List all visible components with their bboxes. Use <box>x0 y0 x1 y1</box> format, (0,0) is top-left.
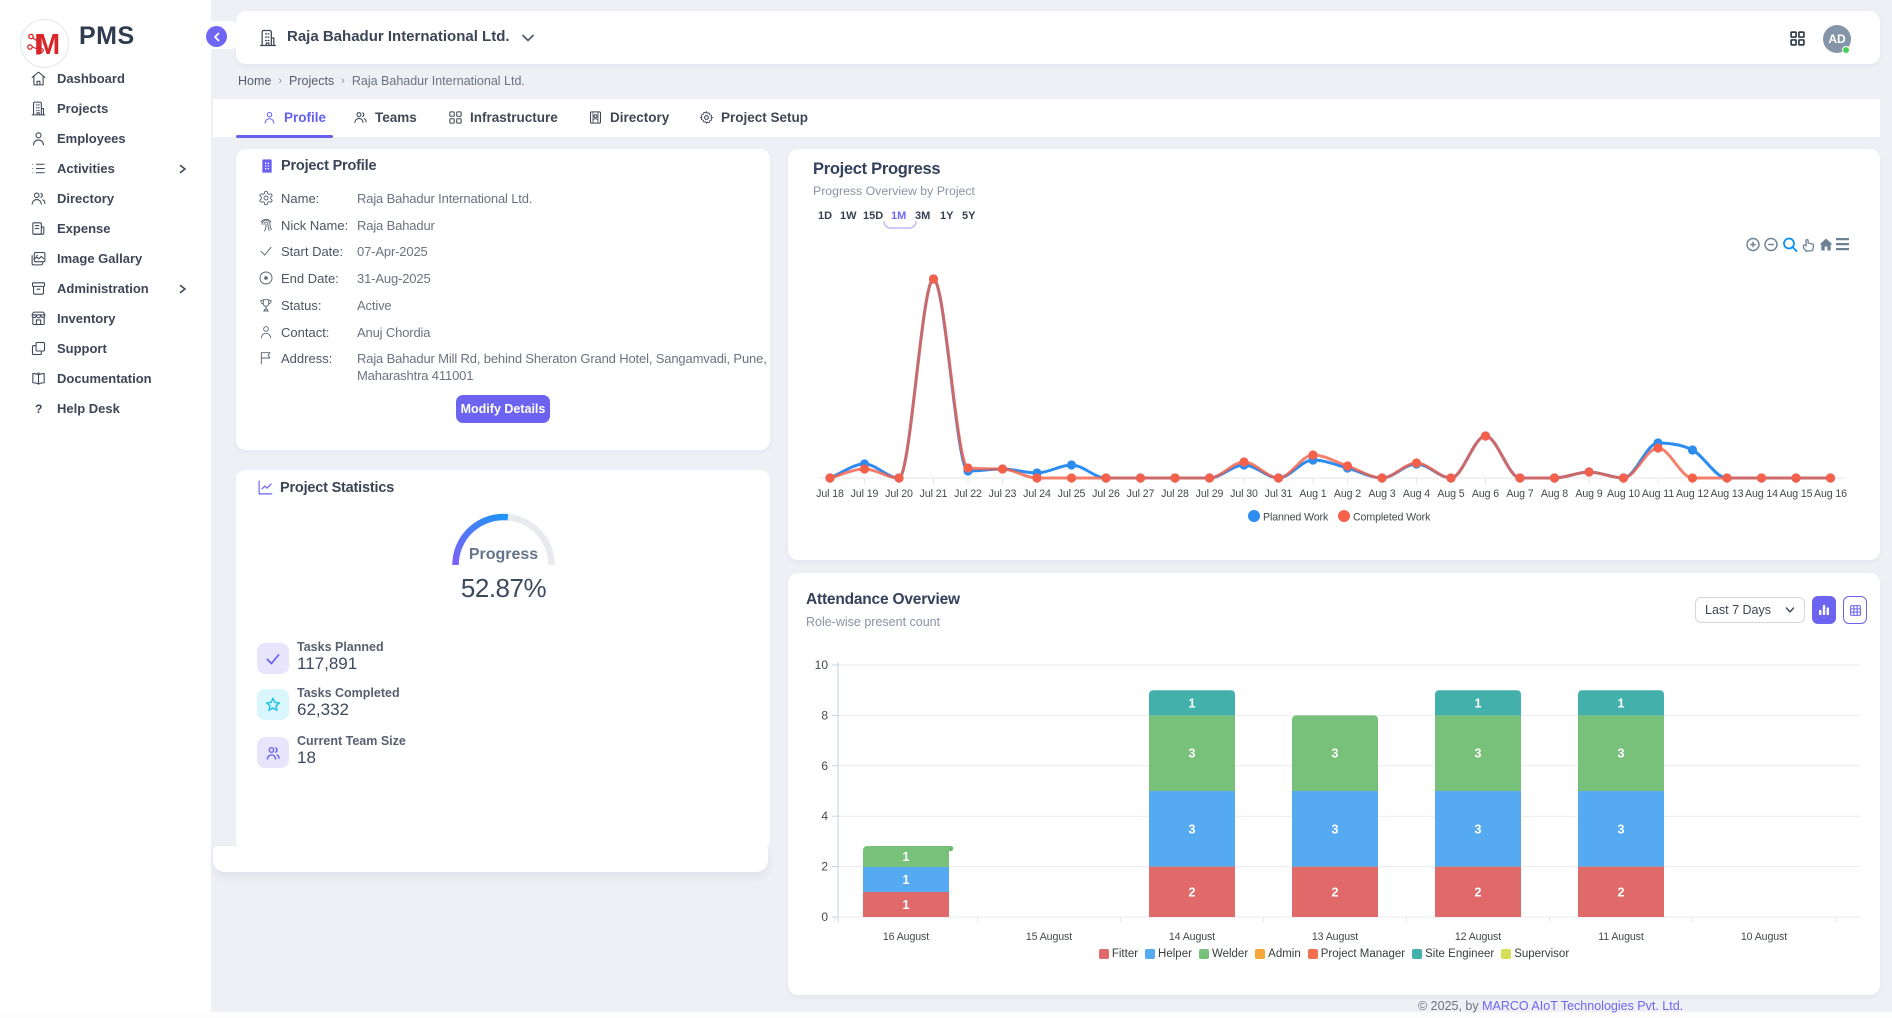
svg-text:Aug 6: Aug 6 <box>1472 488 1499 500</box>
svg-text:3: 3 <box>1618 747 1625 761</box>
svg-text:Jul 31: Jul 31 <box>1265 488 1293 500</box>
svg-text:Completed Work: Completed Work <box>1353 512 1431 524</box>
svg-text:Aug 8: Aug 8 <box>1541 488 1568 500</box>
svg-text:Aug 12: Aug 12 <box>1676 488 1709 500</box>
svg-text:Jul 22: Jul 22 <box>954 488 982 500</box>
svg-text:2: 2 <box>1475 885 1482 899</box>
svg-text:3: 3 <box>1189 822 1196 836</box>
svg-text:?: ? <box>35 402 42 416</box>
svg-text:Planned Work: Planned Work <box>1263 512 1329 524</box>
svg-text:13 August: 13 August <box>1312 931 1358 943</box>
svg-text:Aug 3: Aug 3 <box>1368 488 1395 500</box>
svg-text:Jul 30: Jul 30 <box>1230 488 1258 500</box>
svg-text:Jul 24: Jul 24 <box>1023 488 1051 500</box>
svg-text:Aug 4: Aug 4 <box>1403 488 1430 500</box>
svg-text:1: 1 <box>1618 696 1625 710</box>
svg-text:10 August: 10 August <box>1741 931 1787 943</box>
svg-text:Jul 21: Jul 21 <box>920 488 948 500</box>
svg-text:Aug 15: Aug 15 <box>1780 488 1813 500</box>
svg-text:11 August: 11 August <box>1598 931 1644 943</box>
svg-text:Jul 19: Jul 19 <box>851 488 879 500</box>
svg-text:Jul 20: Jul 20 <box>885 488 913 500</box>
svg-text:Aug 1: Aug 1 <box>1299 488 1326 500</box>
svg-text:Aug 5: Aug 5 <box>1437 488 1464 500</box>
svg-text:Jul 25: Jul 25 <box>1058 488 1086 500</box>
svg-text:2: 2 <box>1189 885 1196 899</box>
svg-text:1: 1 <box>903 850 910 864</box>
svg-text:Aug 13: Aug 13 <box>1711 488 1744 500</box>
svg-text:Jul 23: Jul 23 <box>989 488 1017 500</box>
svg-text:3: 3 <box>1475 747 1482 761</box>
svg-text:Jul 29: Jul 29 <box>1196 488 1224 500</box>
svg-text:Jul 28: Jul 28 <box>1161 488 1189 500</box>
svg-text:1: 1 <box>1189 696 1196 710</box>
svg-text:Aug 11: Aug 11 <box>1642 488 1674 500</box>
svg-text:8: 8 <box>821 708 828 722</box>
svg-text:2: 2 <box>821 860 828 874</box>
svg-text:3: 3 <box>1618 822 1625 836</box>
svg-text:Aug 2: Aug 2 <box>1334 488 1361 500</box>
svg-text:Aug 7: Aug 7 <box>1506 488 1533 500</box>
svg-text:0: 0 <box>821 910 828 924</box>
svg-text:1: 1 <box>903 898 910 912</box>
svg-text:3: 3 <box>1332 747 1339 761</box>
svg-text:Jul 18: Jul 18 <box>816 488 844 500</box>
svg-text:Aug 10: Aug 10 <box>1607 488 1640 500</box>
svg-text:6: 6 <box>821 759 828 773</box>
svg-text:10: 10 <box>815 658 829 672</box>
svg-text:15 August: 15 August <box>1026 931 1072 943</box>
svg-text:14 August: 14 August <box>1169 931 1215 943</box>
svg-text:12 August: 12 August <box>1455 931 1501 943</box>
svg-text:Jul 26: Jul 26 <box>1092 488 1120 500</box>
svg-text:3: 3 <box>1332 822 1339 836</box>
svg-text:Aug 9: Aug 9 <box>1575 488 1602 500</box>
svg-text:1: 1 <box>903 873 910 887</box>
svg-text:4: 4 <box>821 809 828 823</box>
svg-text:3: 3 <box>1475 822 1482 836</box>
svg-text:Aug 16: Aug 16 <box>1814 488 1847 500</box>
svg-text:Progress: Progress <box>469 546 538 563</box>
svg-text:2: 2 <box>1332 885 1339 899</box>
svg-text:3: 3 <box>1189 747 1196 761</box>
svg-text:1: 1 <box>1475 696 1482 710</box>
svg-text:Jul 27: Jul 27 <box>1127 488 1155 500</box>
svg-text:2: 2 <box>1618 885 1625 899</box>
svg-text:16 August: 16 August <box>883 931 929 943</box>
svg-text:Aug 14: Aug 14 <box>1745 488 1778 500</box>
